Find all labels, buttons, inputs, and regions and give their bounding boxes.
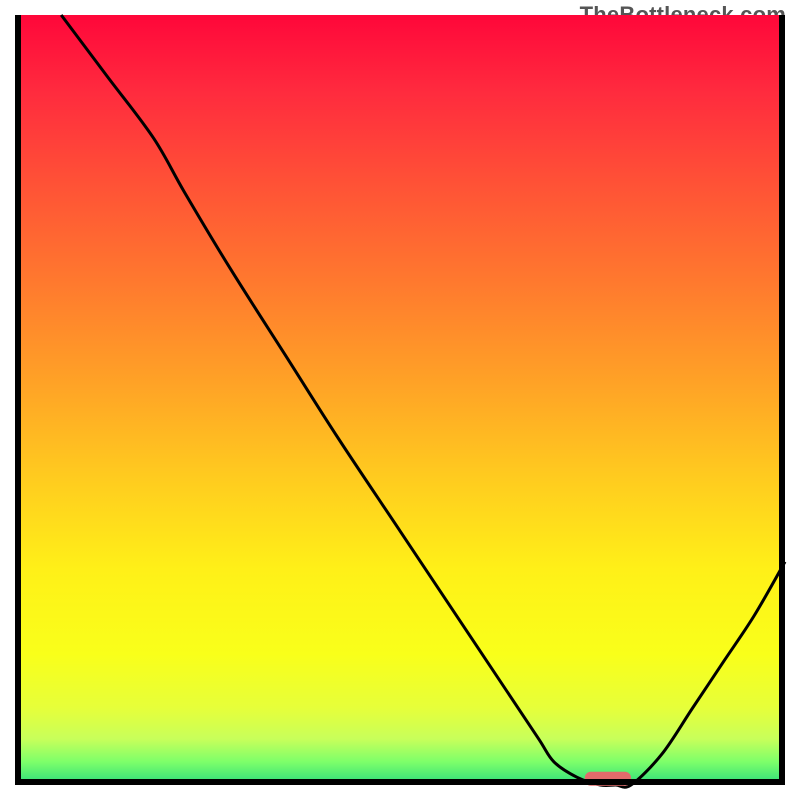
axis-frame (15, 15, 785, 785)
y-axis-left (15, 15, 21, 785)
y-axis-right (779, 15, 785, 785)
chart-container: TheBottleneck.com (0, 0, 800, 800)
x-axis (15, 779, 785, 785)
